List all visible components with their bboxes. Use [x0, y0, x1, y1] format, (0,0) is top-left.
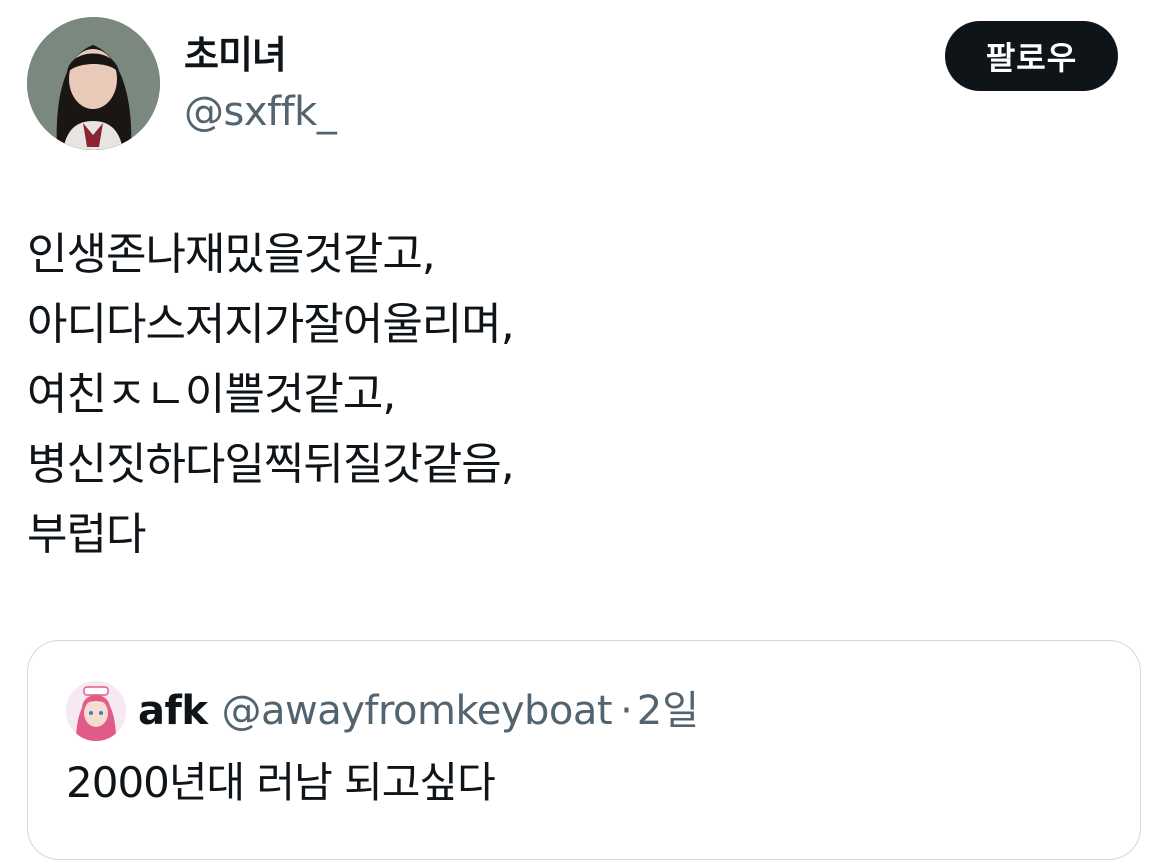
author-avatar[interactable] [27, 17, 160, 150]
quoted-tweet-time[interactable]: 2일 [637, 685, 699, 737]
follow-button[interactable]: 팔로우 [945, 21, 1118, 91]
quoted-author-handle[interactable]: @awayfromkeyboat [222, 685, 613, 737]
header-separator: · [620, 688, 633, 734]
quoted-author-avatar[interactable] [66, 681, 126, 741]
anime-character-avatar-icon [66, 681, 126, 741]
tweet-line: 여친ㅈㄴ이쁠것같고, [27, 369, 396, 420]
tweet-line: 병신짓하다일찍뒤질갓같음, [27, 439, 515, 490]
author-display-name[interactable]: 초미녀 [184, 30, 287, 80]
tweet-line: 인생존나재밌을것같고, [27, 229, 436, 280]
tweet-line: 부럽다 [27, 509, 146, 560]
quoted-tweet-card[interactable]: afk @awayfromkeyboat · 2일 2000년대 러남 되고싶다 [27, 640, 1141, 860]
tweet-text: 인생존나재밌을것같고, 아디다스저지가잘어울리며, 여친ㅈㄴ이쁠것같고, 병신짓… [27, 220, 1127, 570]
profile-photo-icon [27, 17, 160, 150]
author-handle[interactable]: @sxffk_ [184, 86, 337, 138]
quoted-tweet-text: 2000년대 러남 되고싶다 [66, 758, 496, 807]
quoted-tweet-header: afk @awayfromkeyboat · 2일 [138, 685, 699, 737]
quoted-author-name[interactable]: afk [138, 685, 208, 737]
tweet-line: 아디다스저지가잘어울리며, [27, 299, 515, 350]
